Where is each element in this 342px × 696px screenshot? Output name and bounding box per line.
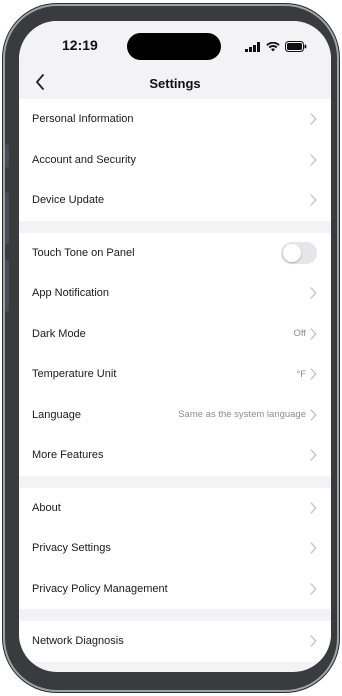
volume-up-button xyxy=(5,192,9,244)
chevron-right-icon xyxy=(309,287,317,299)
status-time: 12:19 xyxy=(62,37,98,53)
settings-row-dark-mode[interactable]: Dark Mode Off xyxy=(19,314,331,355)
chevron-right-icon xyxy=(309,194,317,206)
settings-row-app-notification[interactable]: App Notification xyxy=(19,273,331,314)
settings-row-touch-tone-on-panel[interactable]: Touch Tone on Panel xyxy=(19,233,331,274)
settings-row-label: Account and Security xyxy=(32,153,136,166)
settings-row-network-diagnosis[interactable]: Network Diagnosis xyxy=(19,621,331,662)
cellular-icon xyxy=(245,39,261,57)
navigation-bar: Settings xyxy=(19,71,331,99)
settings-row-more-features[interactable]: More Features xyxy=(19,435,331,476)
chevron-right-icon xyxy=(309,449,317,461)
section-separator xyxy=(19,220,331,233)
settings-row-account-and-security[interactable]: Account and Security xyxy=(19,140,331,181)
chevron-right-icon xyxy=(309,113,317,125)
settings-row-label: Privacy Settings xyxy=(32,542,111,555)
settings-row-language[interactable]: Language Same as the system language xyxy=(19,395,331,436)
chevron-right-icon xyxy=(309,502,317,514)
toggle-knob xyxy=(283,243,301,262)
chevron-right-icon xyxy=(309,368,317,380)
settings-group: Network Diagnosis xyxy=(19,621,331,662)
status-bar: 12:19 xyxy=(19,21,331,71)
settings-row-label: Personal Information xyxy=(32,113,134,126)
settings-row-value: Off xyxy=(293,328,307,340)
settings-row-label: Touch Tone on Panel xyxy=(32,246,135,259)
settings-row-privacy-policy-management[interactable]: Privacy Policy Management xyxy=(19,569,331,610)
chevron-right-icon xyxy=(309,154,317,166)
settings-row-label: About xyxy=(32,501,61,514)
section-separator xyxy=(19,475,331,488)
settings-row-label: Device Update xyxy=(32,194,105,207)
settings-row-label: Privacy Policy Management xyxy=(32,582,168,595)
settings-row-value: °F xyxy=(296,368,306,380)
settings-group: About Privacy Settings Privacy Policy Mana… xyxy=(19,487,331,610)
chevron-right-icon xyxy=(309,328,317,340)
settings-row-label: Network Diagnosis xyxy=(32,635,124,648)
settings-row-label: Temperature Unit xyxy=(32,368,117,381)
settings-list: Personal Information Account and Security… xyxy=(19,99,331,662)
settings-row-privacy-settings[interactable]: Privacy Settings xyxy=(19,528,331,569)
settings-row-temperature-unit[interactable]: Temperature Unit °F xyxy=(19,354,331,395)
chevron-right-icon xyxy=(309,635,317,647)
settings-row-label: Dark Mode xyxy=(32,327,86,340)
chevron-right-icon xyxy=(309,542,317,554)
dynamic-island xyxy=(127,33,221,60)
settings-row-label: More Features xyxy=(32,449,104,462)
touch-tone-toggle[interactable] xyxy=(281,241,317,264)
screen: 12:19 Settings Personal Information Acco… xyxy=(19,21,331,672)
action-button xyxy=(5,144,9,168)
settings-row-label: App Notification xyxy=(32,287,110,300)
page-title: Settings xyxy=(149,76,201,91)
battery-icon xyxy=(285,39,307,57)
settings-row-value: Same as the system language xyxy=(178,409,306,421)
settings-group: Personal Information Account and Security… xyxy=(19,99,331,221)
volume-down-button xyxy=(5,260,9,312)
settings-row-about[interactable]: About xyxy=(19,488,331,529)
wifi-icon xyxy=(266,39,280,57)
chevron-right-icon xyxy=(309,583,317,595)
settings-row-device-update[interactable]: Device Update xyxy=(19,180,331,221)
chevron-right-icon xyxy=(309,409,317,421)
settings-row-label: Language xyxy=(32,408,81,421)
section-separator xyxy=(19,609,331,621)
settings-row-personal-information[interactable]: Personal Information xyxy=(19,99,331,140)
settings-group: Touch Tone on Panel App Notification Dark … xyxy=(19,232,331,476)
